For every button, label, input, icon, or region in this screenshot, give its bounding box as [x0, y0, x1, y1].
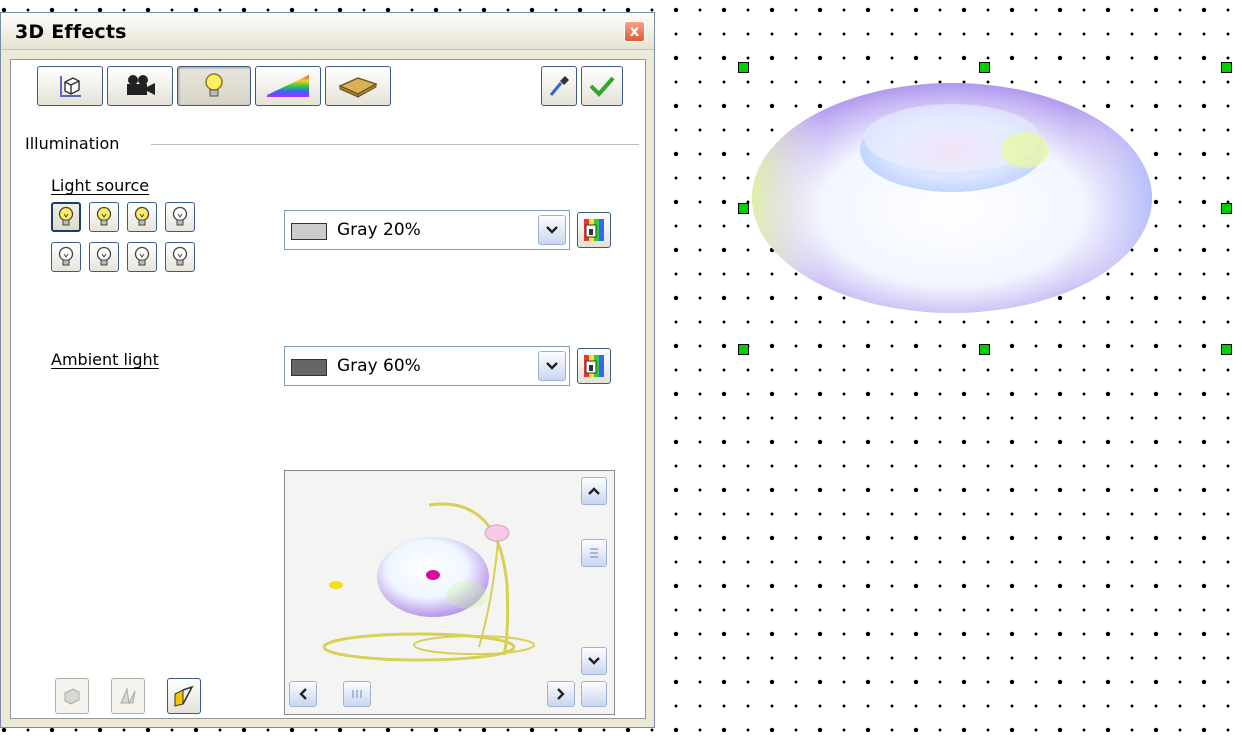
lightbulb-off-icon	[172, 246, 188, 266]
lightbulb-off-icon	[134, 246, 150, 266]
preview-scroll-down-button[interactable]	[581, 647, 607, 675]
light-source-color-select[interactable]: Gray 20%	[284, 210, 570, 250]
lightbulb-off-icon	[96, 246, 112, 266]
ambient-light-color-select[interactable]: Gray 60%	[284, 346, 570, 386]
ambient-color-value: Gray 60%	[337, 356, 421, 376]
dialog-title: 3D Effects	[15, 21, 127, 43]
light-source-button-2[interactable]	[89, 202, 119, 232]
close-button[interactable]: x	[624, 21, 645, 42]
convert-to-3d-icon	[120, 687, 136, 704]
ambient-color-dialog-button[interactable]	[577, 348, 611, 384]
light-source-button-7[interactable]	[127, 242, 157, 272]
convert-to-polygon-button[interactable]	[55, 678, 89, 714]
textures-tab-button[interactable]	[255, 66, 321, 106]
ambient-color-dropdown-button[interactable]	[538, 351, 566, 381]
rainbow-gradient-icon	[267, 75, 309, 97]
preview-scene	[322, 502, 535, 662]
lightbulb-on-icon	[134, 206, 150, 226]
close-icon: x	[629, 22, 640, 40]
illumination-tab-button[interactable]	[177, 66, 251, 106]
dialog-titlebar[interactable]: 3D Effects x	[1, 13, 654, 50]
torus-3d-object[interactable]	[740, 70, 1160, 320]
preview-scroll-right-button[interactable]	[547, 681, 575, 707]
lightbulb-on-icon	[96, 206, 112, 226]
lightbulb-off-icon	[58, 246, 74, 266]
camera-icon	[127, 75, 155, 95]
light-source-button-6[interactable]	[89, 242, 119, 272]
assign-button[interactable]	[541, 66, 577, 106]
preview-scroll-left-button[interactable]	[289, 681, 317, 707]
selection-handle-bottom-left[interactable]	[738, 344, 749, 355]
illumination-preview[interactable]	[284, 470, 615, 715]
light-source-button-5[interactable]	[51, 242, 81, 272]
shading-tab-button[interactable]	[107, 66, 173, 106]
convert-to-polygon-icon	[64, 688, 80, 705]
light-source-button-1[interactable]	[51, 202, 81, 232]
material-icon	[338, 77, 378, 98]
lightbulb-off-icon	[172, 206, 188, 226]
material-tab-button[interactable]	[325, 66, 391, 106]
light-source-button-8[interactable]	[165, 242, 195, 272]
ambient-color-swatch	[291, 359, 327, 376]
light-source-label: Light source	[51, 176, 150, 195]
selection-handle-middle-left[interactable]	[738, 203, 749, 214]
chevron-down-icon	[546, 362, 558, 370]
preview-scroll-up-button[interactable]	[581, 477, 607, 505]
selection-handle-top-right[interactable]	[1221, 62, 1232, 73]
grip-icon	[590, 548, 598, 558]
selection-handle-bottom-center[interactable]	[979, 344, 990, 355]
perspective-icon	[174, 685, 194, 707]
update-button[interactable]	[581, 66, 623, 106]
lightbulb-on-icon	[58, 206, 74, 226]
selection-handle-top-center[interactable]	[979, 62, 990, 73]
chevron-down-icon	[588, 657, 600, 665]
geometry-icon	[60, 76, 81, 97]
selection-handle-middle-right[interactable]	[1221, 203, 1232, 214]
grip-icon	[352, 690, 362, 698]
ambient-light-label: Ambient light	[51, 350, 159, 369]
light-source-button-4[interactable]	[165, 202, 195, 232]
light-source-button-3[interactable]	[127, 202, 157, 232]
dialog-panel: Illumination Light source Gray 20% Ambie…	[10, 59, 646, 719]
preview-reset-button[interactable]	[581, 681, 607, 707]
geometry-tab-button[interactable]	[37, 66, 103, 106]
illumination-section-label: Illumination	[25, 134, 120, 153]
light-color-value: Gray 20%	[337, 220, 421, 240]
convert-to-3d-button[interactable]	[111, 678, 145, 714]
section-divider	[151, 144, 639, 145]
eyedropper-icon	[549, 76, 569, 96]
checkmark-icon	[589, 76, 615, 97]
selection-handle-bottom-right[interactable]	[1221, 344, 1232, 355]
chevron-down-icon	[546, 226, 558, 234]
color-palette-icon	[584, 219, 604, 241]
lightbulb-icon	[205, 73, 223, 97]
chevron-left-icon	[299, 688, 307, 700]
3d-effects-dialog: 3D Effects x Illumination Light source G…	[0, 12, 655, 728]
light-color-dropdown-button[interactable]	[538, 215, 566, 245]
preview-vertical-scroll-thumb[interactable]	[581, 539, 607, 567]
chevron-right-icon	[557, 688, 565, 700]
color-palette-icon	[584, 355, 604, 377]
light-color-dialog-button[interactable]	[577, 212, 611, 248]
preview-horizontal-scroll-thumb[interactable]	[343, 681, 371, 707]
chevron-up-icon	[588, 487, 600, 495]
selection-handle-top-left[interactable]	[738, 62, 749, 73]
light-color-swatch	[291, 223, 327, 240]
perspective-button[interactable]	[167, 678, 201, 714]
